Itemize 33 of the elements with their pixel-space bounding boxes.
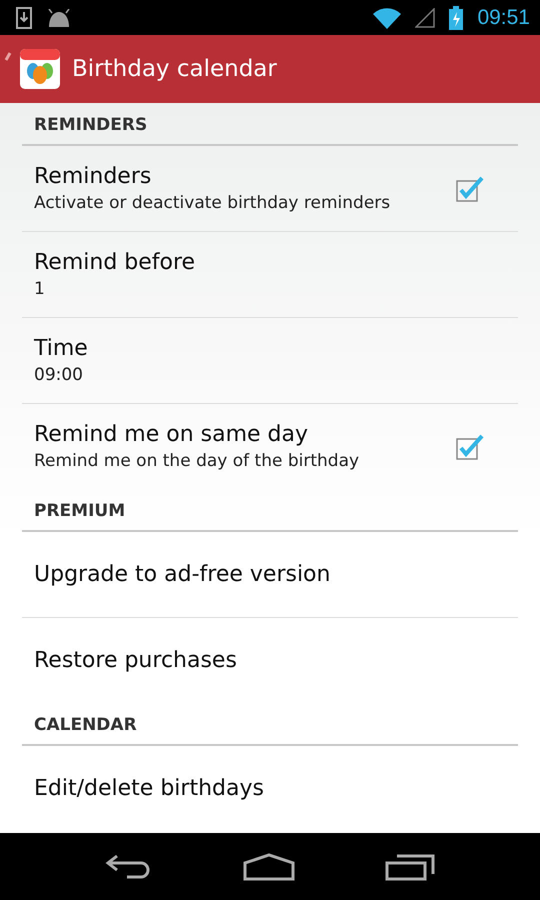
preference-item[interactable]: Edit/delete birthdays	[22, 746, 518, 831]
home-icon[interactable]	[243, 852, 295, 880]
section-header: CALENDAR	[34, 714, 137, 734]
preference-title: Restore purchases	[34, 648, 238, 673]
section-header: PREMIUM	[34, 500, 126, 520]
preference-title: Upgrade to ad-free version	[34, 562, 332, 587]
battery-icon	[449, 6, 464, 30]
app-title: Birthday calendar	[72, 56, 277, 82]
download-icon	[16, 6, 32, 28]
app-icon[interactable]	[4, 47, 62, 91]
preference-summary: Activate or deactivate birthday reminders	[34, 193, 392, 213]
preference-title: Remind me on same day	[34, 422, 310, 447]
preference-item[interactable]: Remind before 1	[22, 232, 518, 318]
wifi-icon	[373, 6, 402, 28]
preference-item[interactable]: Restore purchases	[22, 618, 518, 703]
preference-summary: 1	[34, 279, 46, 299]
recent-apps-icon[interactable]	[385, 852, 435, 880]
checkbox[interactable]	[456, 176, 484, 202]
section-header: REMINDERS	[34, 114, 148, 134]
preference-title: Remind before	[34, 250, 196, 275]
clock: 09:51	[477, 6, 530, 30]
preference-title: Time	[34, 336, 89, 361]
checkbox[interactable]	[456, 434, 484, 460]
preference-title: Reminders	[34, 164, 152, 189]
preference-title: Edit/delete birthdays	[34, 776, 265, 801]
preference-item[interactable]: Time 09:00	[22, 318, 518, 404]
signal-icon	[415, 8, 436, 28]
preference-summary: 09:00	[34, 365, 84, 385]
preference-summary: Remind me on the day of the birthday	[34, 451, 360, 471]
preference-item[interactable]: Remind me on same day Remind me on the day of the birthday	[22, 404, 518, 489]
preference-item[interactable]: Upgrade to ad-free version	[22, 532, 518, 618]
android-icon	[46, 8, 72, 26]
preference-item[interactable]: Reminders Activate or deactivate birthday reminders	[22, 146, 518, 232]
